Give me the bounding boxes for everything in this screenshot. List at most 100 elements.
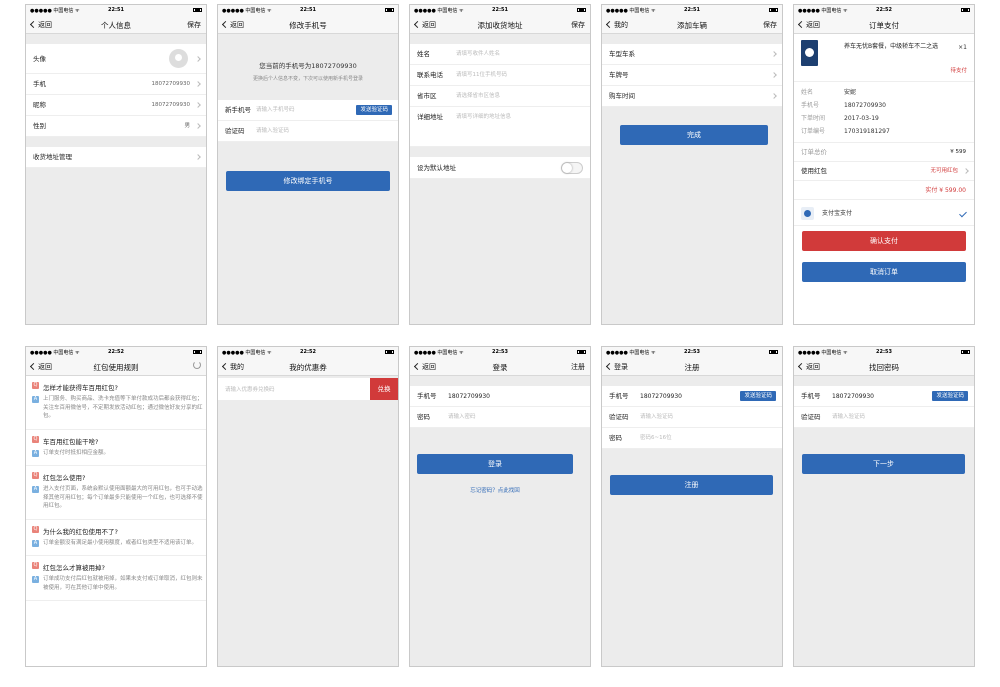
- status-bar: ●●●●● 中国电信 ᯤ 22:53: [602, 347, 782, 357]
- status-bar: ●●●●● 中国电信 ᯤ 22:53: [410, 347, 590, 357]
- page-title: 注册: [684, 363, 700, 372]
- done-button[interactable]: 完成: [620, 125, 768, 145]
- default-address-toggle[interactable]: [561, 162, 583, 174]
- detail-address-field[interactable]: 详细地址 请填写详细的地址信息: [410, 107, 590, 147]
- phone-field[interactable]: 手机号 18072709930 发送验证码: [602, 386, 782, 407]
- phone-field[interactable]: 手机号 18072709930: [410, 386, 590, 407]
- page-title: 订单支付: [869, 21, 899, 30]
- battery-icon: [769, 349, 778, 354]
- nav-bar: 返回 修改手机号: [218, 15, 398, 34]
- back-button[interactable]: 返回: [221, 20, 244, 30]
- product-card: 养车无忧B套餐，中级轿车不二之选 ×1 待支付: [794, 34, 974, 82]
- login-button[interactable]: 登录: [417, 454, 573, 474]
- code-field[interactable]: 验证码 请输入验证码: [602, 407, 782, 428]
- battery-icon: [193, 7, 202, 12]
- back-button[interactable]: 返回: [413, 20, 436, 30]
- back-button[interactable]: 我的: [221, 362, 244, 372]
- back-button[interactable]: 返回: [797, 362, 820, 372]
- page-title: 添加收货地址: [477, 21, 523, 30]
- question-icon: Q: [32, 435, 39, 443]
- purchase-date-row[interactable]: 购车时间: [602, 86, 782, 107]
- back-button[interactable]: 登录: [605, 362, 628, 372]
- name-field[interactable]: 姓名 请填写收件人姓名: [410, 44, 590, 65]
- battery-icon: [577, 7, 586, 12]
- question-icon: Q: [32, 562, 39, 569]
- battery-icon: [385, 349, 394, 354]
- cancel-order-button[interactable]: 取消订单: [802, 262, 966, 282]
- current-phone-text: 您当前的手机号为18072709930: [259, 62, 357, 70]
- redeem-button[interactable]: 兑换: [370, 378, 398, 400]
- register-button[interactable]: 注册: [610, 475, 773, 495]
- page-title: 修改手机号: [289, 21, 327, 30]
- password-field[interactable]: 密码 密码6~16位: [602, 428, 782, 449]
- page-title: 找回密码: [869, 363, 899, 372]
- back-button[interactable]: 我的: [605, 20, 628, 30]
- save-button[interactable]: 保存: [763, 20, 777, 30]
- redpack-row[interactable]: 使用红包 无可用红包: [794, 162, 974, 181]
- product-name: 养车无忧B套餐，中级轿车不二之选: [844, 43, 939, 50]
- faq-item: Q 红包怎么使用? A 进入支付页面，系统会默认使用面额最大的可用红包，也可手动选择其…: [26, 466, 206, 520]
- chevron-left-icon: [221, 362, 230, 370]
- screen-order-pay: ●●●●● 中国电信 ᯤ 22:52 返回 订单支付 养车无忧B套餐，中级轿车不二…: [793, 4, 975, 325]
- chevron-left-icon: [797, 362, 806, 370]
- screen-login: ●●●●● 中国电信 ᯤ 22:53 返回 登录 注册 手机号 1807270993…: [409, 346, 591, 667]
- faq-item: Q 怎样才能获得车百用红包? A 上门服务、购买商品、洗卡充值等下单付款成功后都会获得…: [26, 376, 206, 430]
- code-field[interactable]: 验证码 请输入验证码: [218, 121, 398, 142]
- register-link[interactable]: 注册: [571, 362, 585, 372]
- default-address-row: 设为默认地址: [410, 157, 590, 179]
- chevron-left-icon: [29, 20, 38, 28]
- phone-field[interactable]: 手机号 18072709930 发送验证码: [794, 386, 974, 407]
- change-phone-submit-button[interactable]: 修改绑定手机号: [226, 171, 390, 191]
- coupon-code-field[interactable]: 请输入优惠券兑换码 兑换: [218, 378, 398, 400]
- next-step-button[interactable]: 下一步: [802, 454, 965, 474]
- contact-phone-field[interactable]: 联系电话 请填写11位手机号码: [410, 65, 590, 86]
- avatar: [169, 49, 188, 68]
- save-button[interactable]: 保存: [187, 20, 201, 30]
- answer-icon: A: [32, 396, 39, 403]
- nav-bar: 返回 订单支付: [794, 15, 974, 34]
- nav-bar: 返回 红包使用规则: [26, 357, 206, 376]
- hint-text: 更换后个人信息不变，下次可以使用新手机号登录: [252, 76, 363, 82]
- new-phone-field[interactable]: 新手机号 请输入手机号码 发送验证码: [218, 100, 398, 121]
- screen-coupons: ●●●●● 中国电信 ᯤ 22:52 我的 我的优惠券 请输入优惠券兑换码 兑换: [217, 346, 399, 667]
- plate-number-row[interactable]: 车牌号: [602, 65, 782, 86]
- screen-find-password: ●●●●● 中国电信 ᯤ 22:53 返回 找回密码 手机号 18072709930…: [793, 346, 975, 667]
- code-field[interactable]: 验证码 请输入验证码: [794, 407, 974, 428]
- send-code-button[interactable]: 发送验证码: [356, 105, 392, 115]
- password-field[interactable]: 密码 请输入密码: [410, 407, 590, 428]
- screen-redpack-rules: ●●●●● 中国电信 ᯤ 22:52 返回 红包使用规则 Q 怎样才能获得车百用红包…: [25, 346, 207, 667]
- faq-item: Q 为什么我的红包使用不了? A 订单金额没有满足最小使用额度，或者红包类型不适用该订…: [26, 519, 206, 556]
- battery-icon: [193, 349, 202, 354]
- forgot-password-link[interactable]: 忘记密码？点此找回: [410, 486, 580, 494]
- nav-bar: 返回 个人信息 保存: [26, 15, 206, 34]
- save-button[interactable]: 保存: [571, 20, 585, 30]
- back-button[interactable]: 返回: [413, 362, 436, 372]
- screen-add-vehicle: ●●●●● 中国电信 ᯤ 22:51 我的 添加车辆 保存 车型车系 车牌号 购车…: [601, 4, 783, 325]
- phone-row[interactable]: 手机 18072709930: [26, 74, 206, 95]
- checkmark-icon: [959, 209, 967, 218]
- back-button[interactable]: 返回: [797, 20, 820, 30]
- region-field[interactable]: 省市区 请选择省市区信息: [410, 86, 590, 107]
- status-bar: ●●●●● 中国电信 ᯤ 22:51: [602, 5, 782, 15]
- nav-bar: 我的 我的优惠券: [218, 357, 398, 376]
- status-bar: ●●●●● 中国电信 ᯤ 22:52: [26, 347, 206, 357]
- page-title: 我的优惠券: [289, 363, 327, 372]
- nickname-row[interactable]: 昵称 18072709930: [26, 95, 206, 116]
- answer-icon: A: [32, 449, 39, 457]
- back-button[interactable]: 返回: [29, 20, 52, 30]
- confirm-pay-button[interactable]: 确认支付: [802, 231, 966, 251]
- alipay-option[interactable]: 支付宝支付: [794, 202, 974, 226]
- gender-row[interactable]: 性别男: [26, 116, 206, 137]
- send-code-button[interactable]: 发送验证码: [932, 391, 968, 401]
- back-button[interactable]: 返回: [29, 362, 52, 372]
- car-model-row[interactable]: 车型车系: [602, 44, 782, 65]
- address-management-row[interactable]: 收货地址管理: [26, 147, 206, 168]
- send-code-button[interactable]: 发送验证码: [740, 391, 776, 401]
- chevron-left-icon: [605, 20, 614, 28]
- product-qty: ×1: [958, 44, 967, 51]
- battery-icon: [961, 7, 970, 12]
- question-icon: Q: [32, 525, 39, 533]
- status-bar: ●●●●● 中国电信 ᯤ 22:52: [794, 5, 974, 15]
- refresh-icon[interactable]: [193, 361, 201, 369]
- avatar-row[interactable]: 头像: [26, 44, 206, 74]
